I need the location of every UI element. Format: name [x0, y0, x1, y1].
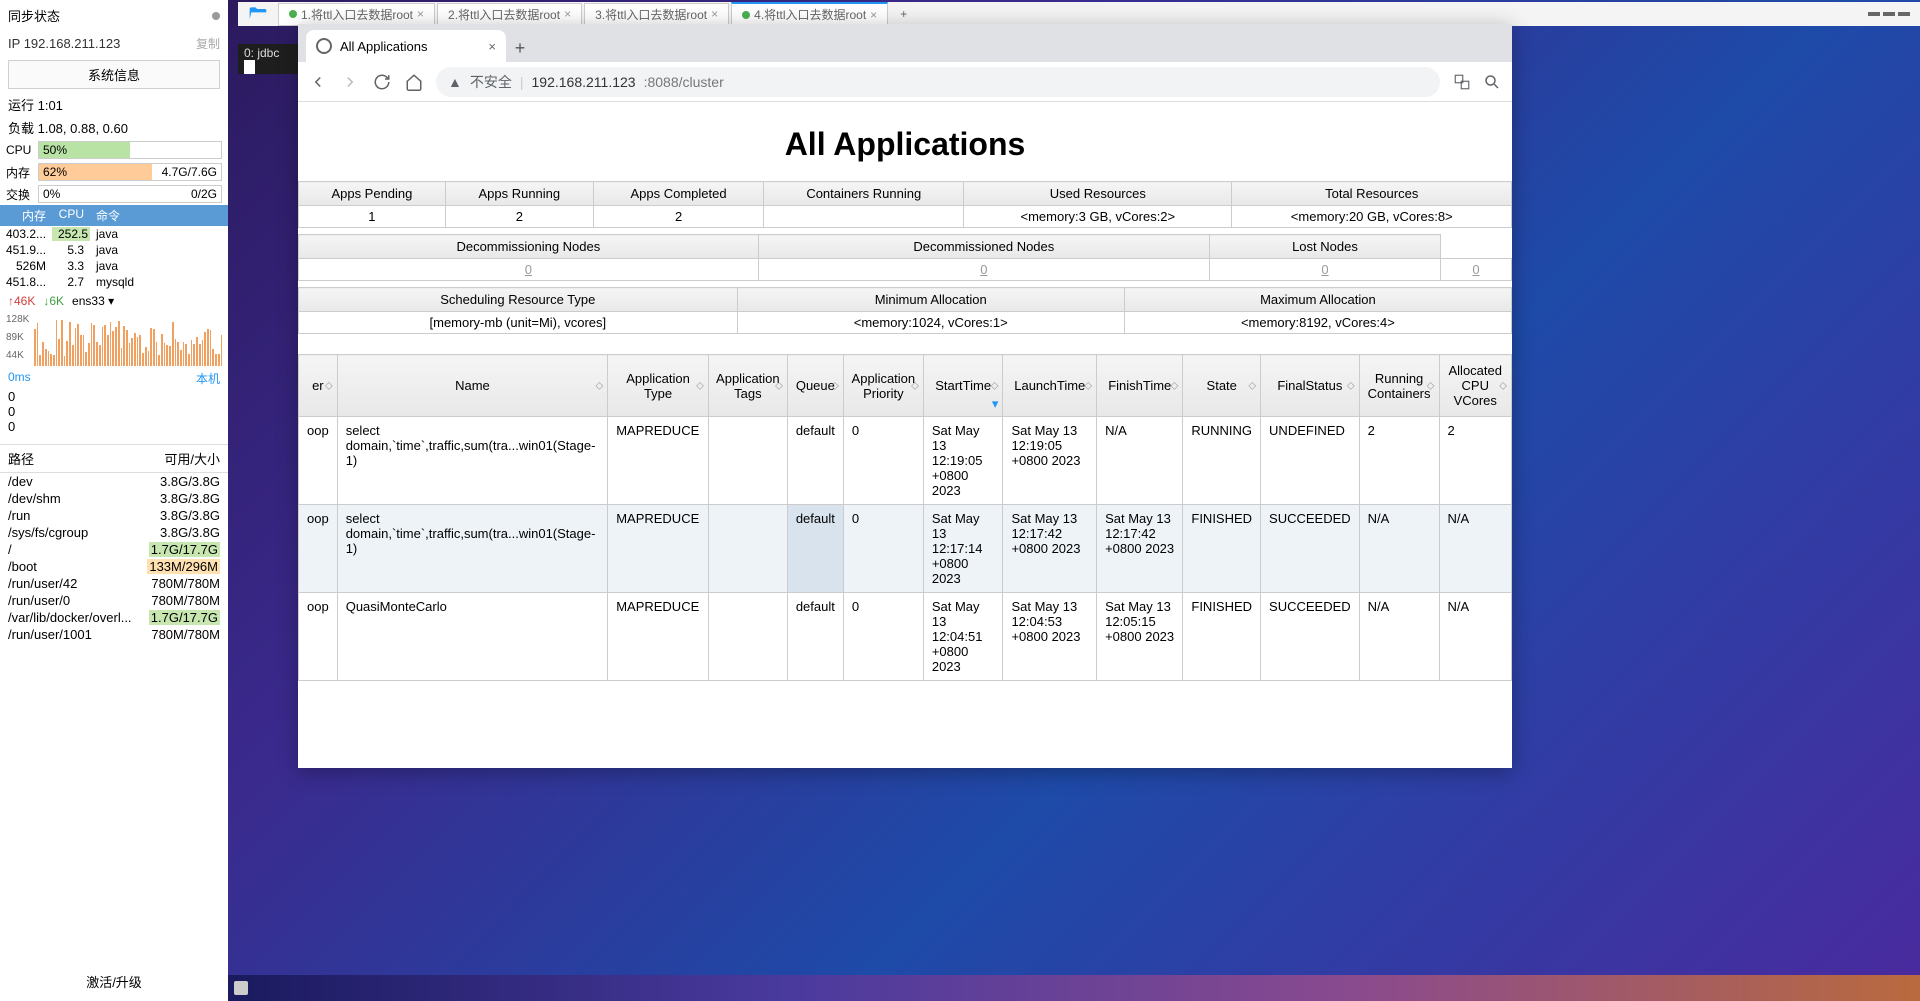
ide-tab[interactable]: 2.将ttl入口去数据root× — [437, 3, 582, 26]
metric-link[interactable]: 0 — [1472, 262, 1479, 277]
forward-button[interactable] — [340, 72, 360, 92]
zero-metric: 0 — [0, 404, 228, 419]
process-row[interactable]: 451.8...2.7mysqld — [0, 274, 228, 290]
metric-link[interactable]: 0 — [1321, 262, 1328, 277]
close-icon[interactable]: × — [711, 7, 718, 21]
page-title: All Applications — [298, 102, 1512, 181]
new-tab-button[interactable]: + — [506, 34, 534, 62]
home-button[interactable] — [404, 72, 424, 92]
status-dot-icon — [212, 12, 220, 20]
globe-icon — [316, 38, 332, 54]
reload-button[interactable] — [372, 72, 392, 92]
process-row[interactable]: 526M3.3java — [0, 258, 228, 274]
ping-row: 0ms 本机 — [0, 368, 228, 389]
nodes-metrics-table: Decommissioning NodesDecommissioned Node… — [298, 234, 1512, 281]
filesystem-row[interactable]: /run/user/0780M/780M — [0, 592, 228, 609]
system-monitor-panel: 同步状态 IP 192.168.211.123 复制 系统信息 运行 1:01 … — [0, 0, 228, 1001]
search-icon[interactable] — [1482, 72, 1502, 92]
close-icon[interactable]: × — [417, 7, 424, 21]
application-row[interactable]: oopselect domain,`time`,traffic,sum(tra.… — [299, 505, 1512, 593]
browser-tab-strip: All Applications × + — [298, 24, 1512, 62]
browser-toolbar: ▲ 不安全 | 192.168.211.123:8088/cluster — [298, 62, 1512, 102]
zero-metric: 0 — [0, 389, 228, 404]
swap-bar: 交换 0%0/2G — [0, 183, 228, 205]
filesystem-row[interactable]: /run3.8G/3.8G — [0, 507, 228, 524]
modified-dot-icon — [742, 11, 750, 19]
filesystem-row[interactable]: /var/lib/docker/overl...1.7G/17.7G — [0, 609, 228, 626]
translate-icon[interactable] — [1452, 72, 1472, 92]
filesystem-row[interactable]: /boot133M/296M — [0, 558, 228, 575]
column-header[interactable]: FinishTime◇ — [1097, 355, 1183, 417]
folder-open-icon[interactable] — [248, 4, 268, 24]
column-header[interactable]: FinalStatus◇ — [1261, 355, 1360, 417]
filesystem-table: 路径可用/大小 /dev3.8G/3.8G/dev/shm3.8G/3.8G/r… — [0, 444, 228, 643]
column-header[interactable]: er◇ — [299, 355, 338, 417]
system-info-button[interactable]: 系统信息 — [8, 60, 220, 89]
filesystem-row[interactable]: /sys/fs/cgroup3.8G/3.8G — [0, 524, 228, 541]
filesystem-row[interactable]: /run/user/42780M/780M — [0, 575, 228, 592]
copy-button[interactable]: 复制 — [196, 35, 220, 52]
process-row[interactable]: 451.9...5.3java — [0, 242, 228, 258]
warning-triangle-icon: ▲ — [448, 74, 462, 90]
ide-tab-bar: 1.将ttl入口去数据root× 2.将ttl入口去数据root× 3.将ttl… — [238, 2, 1920, 26]
sync-status-label: 同步状态 — [8, 6, 60, 25]
download-icon: ↓6K — [43, 294, 64, 308]
activate-upgrade-link[interactable]: 激活/升级 — [0, 972, 228, 991]
filesystem-row[interactable]: /dev/shm3.8G/3.8G — [0, 490, 228, 507]
page-content: All Applications Apps PendingApps Runnin… — [298, 102, 1512, 768]
taskbar[interactable] — [228, 975, 1920, 1001]
cpu-bar: CPU 50% — [0, 139, 228, 161]
address-bar[interactable]: ▲ 不安全 | 192.168.211.123:8088/cluster — [436, 67, 1440, 97]
ide-tab[interactable]: 1.将ttl入口去数据root× — [278, 3, 435, 26]
uptime-text: 运行 1:01 — [0, 93, 228, 116]
network-chart: 128K 89K 44K — [4, 314, 224, 366]
memory-bar: 内存 62%4.7G/7.6G — [0, 161, 228, 183]
filesystem-row[interactable]: /dev3.8G/3.8G — [0, 473, 228, 490]
modified-dot-icon — [289, 10, 297, 18]
back-button[interactable] — [308, 72, 328, 92]
scheduler-metrics-table: Scheduling Resource TypeMinimum Allocati… — [298, 287, 1512, 334]
column-header[interactable]: Application Tags◇ — [708, 355, 787, 417]
browser-window: All Applications × + ▲ 不安全 | 192.168.211… — [298, 24, 1512, 768]
process-table-header: 内存 CPU 命令 — [0, 205, 228, 226]
applications-table: er◇Name◇Application Type◇Application Tag… — [298, 354, 1512, 681]
column-header[interactable]: Application Type◇ — [608, 355, 709, 417]
scroll-left-icon[interactable] — [234, 981, 248, 995]
metric-link[interactable]: 0 — [980, 262, 987, 277]
ip-label: IP 192.168.211.123 — [8, 36, 120, 51]
process-row[interactable]: 403.2...252.5java — [0, 226, 228, 242]
column-header[interactable]: Name◇ — [337, 355, 607, 417]
ide-tab[interactable]: 4.将ttl入口去数据root× — [731, 2, 888, 26]
column-header[interactable]: Allocated CPU VCores◇ — [1439, 355, 1512, 417]
zero-metric: 0 — [0, 419, 228, 434]
cluster-metrics-table: Apps PendingApps RunningApps CompletedCo… — [298, 181, 1512, 228]
load-text: 负载 1.08, 0.88, 0.60 — [0, 116, 228, 139]
column-header[interactable]: Queue◇ — [787, 355, 843, 417]
close-icon[interactable]: × — [870, 8, 877, 22]
column-header[interactable]: Running Containers◇ — [1359, 355, 1439, 417]
network-interface-select[interactable]: ens33 ▾ — [72, 294, 114, 308]
close-tab-icon[interactable]: × — [488, 39, 496, 54]
close-icon[interactable]: × — [564, 7, 571, 21]
ide-window-controls[interactable] — [1868, 12, 1910, 16]
application-row[interactable]: oopselect domain,`time`,traffic,sum(tra.… — [299, 417, 1512, 505]
application-row[interactable]: oopQuasiMonteCarloMAPREDUCEdefault0Sat M… — [299, 593, 1512, 681]
terminal-panel[interactable]: 0: jdbc — [238, 44, 298, 74]
column-header[interactable]: LaunchTime◇ — [1003, 355, 1097, 417]
filesystem-row[interactable]: /run/user/1001780M/780M — [0, 626, 228, 643]
network-stats: ↑46K ↓6K ens33 ▾ — [0, 290, 228, 312]
new-tab-icon[interactable]: + — [890, 7, 917, 21]
upload-icon: ↑46K — [8, 294, 35, 308]
ide-tab[interactable]: 3.将ttl入口去数据root× — [584, 3, 729, 26]
column-header[interactable]: Application Priority◇ — [843, 355, 923, 417]
browser-tab[interactable]: All Applications × — [306, 30, 506, 62]
column-header[interactable]: StartTime◇▾ — [923, 355, 1003, 417]
metric-link[interactable]: 0 — [525, 262, 532, 277]
filesystem-row[interactable]: /1.7G/17.7G — [0, 541, 228, 558]
column-header[interactable]: State◇ — [1183, 355, 1261, 417]
